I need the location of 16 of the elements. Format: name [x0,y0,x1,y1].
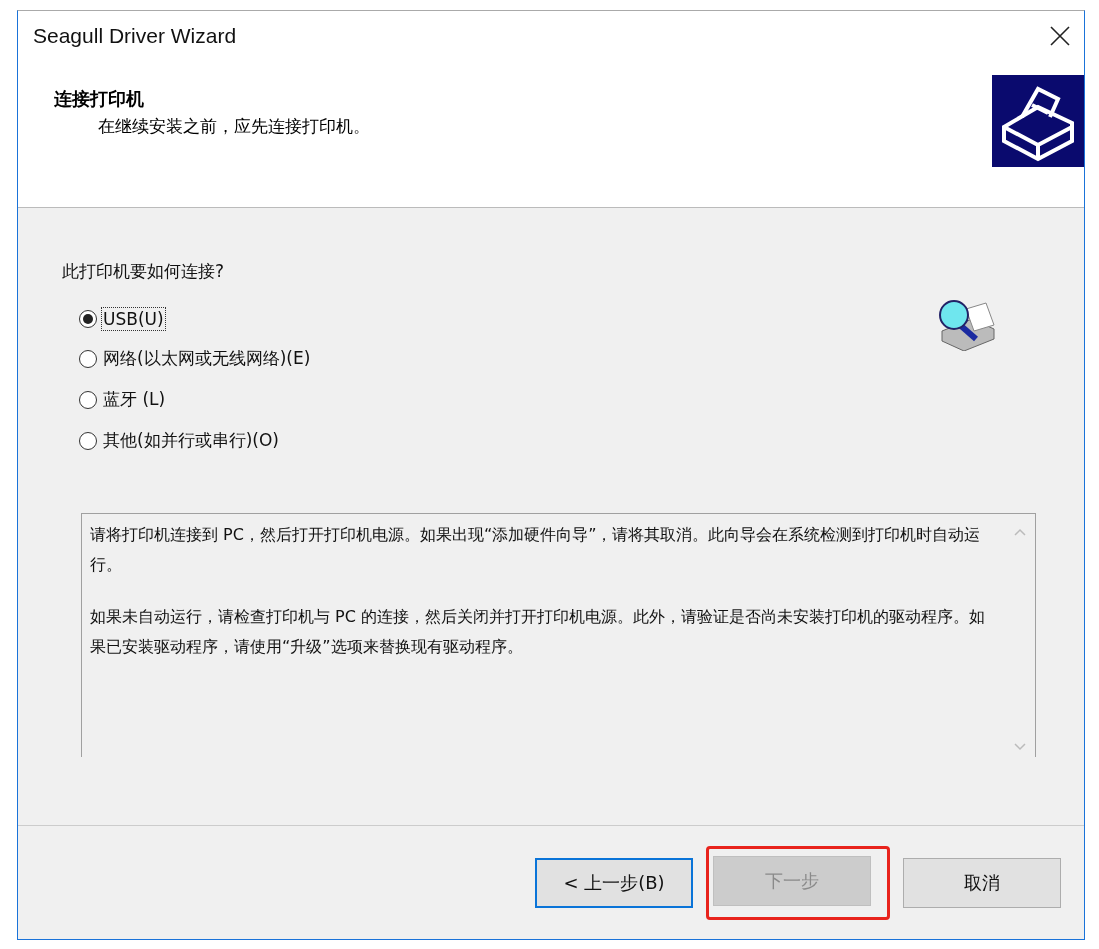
option-label[interactable]: 其他(如并行或串行)(O) [101,427,281,454]
question-label: 此打印机要如何连接? [62,260,226,283]
option-label[interactable]: USB(U) [101,307,166,331]
header-subtitle: 在继续安装之前，应先连接打印机。 [97,115,370,138]
window-title: Seagull Driver Wizard [33,24,237,48]
wizard-button[interactable]: 取消 [903,857,1061,908]
radio-button[interactable] [79,310,97,328]
header-title: 连接打印机 [54,87,145,111]
info-paragraph: 请将打印机连接到 PC，然后打开打印机电源。如果出现“添加硬件向导”，请将其取消。此向导会在系统检测到打印机时自动运行。 [90,524,982,576]
option-label[interactable]: 蓝牙 (L) [101,386,168,413]
radio-button[interactable] [79,431,97,450]
wizard-button[interactable]: < 上一步(B) [535,857,693,908]
option-label[interactable]: 网络(以太网或无线网络)(E) [101,345,313,372]
info-paragraph: 如果未自动运行，请检查打印机与 PC 的连接，然后关闭并打开打印机电源。此外，请验证是否尚未安装打印机的驱动程序。如果已安装驱动程序，请使用“升级”选项来替换现有驱动程序。 [90,606,986,658]
radio-button[interactable] [79,390,97,409]
radio-button[interactable] [79,349,97,368]
